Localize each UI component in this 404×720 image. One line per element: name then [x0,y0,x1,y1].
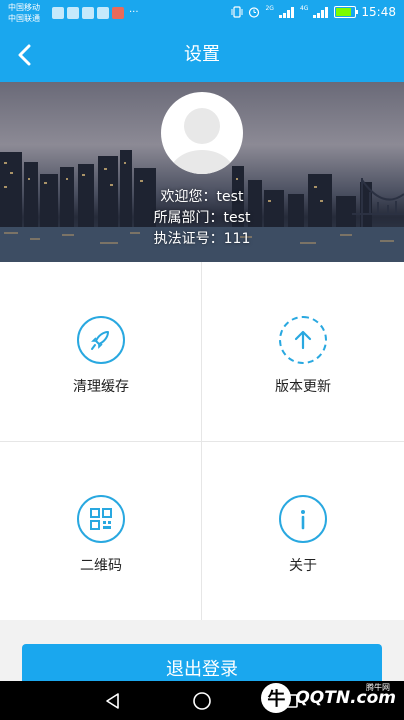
clear-cache-button[interactable]: 清理缓存 [0,262,202,441]
version-update-button[interactable]: 版本更新 [202,262,404,441]
notification-icon [52,7,64,19]
about-button[interactable]: 关于 [202,441,404,620]
notification-icons: ··· [52,7,139,19]
back-nav-button[interactable] [100,688,126,714]
notification-icon [82,7,94,19]
qr-code-label: 二维码 [80,558,122,574]
avatar-shoulders [169,150,235,174]
network-type-1: 2G [265,5,274,12]
vibrate-icon [231,6,243,18]
clear-cache-label: 清理缓存 [73,379,129,395]
circle-home-icon [193,692,211,710]
version-update-label: 版本更新 [275,379,331,395]
avatar-head [184,108,220,144]
profile-banner: 欢迎您：test 所属部门：test 执法证号：111 [0,82,404,262]
status-indicators: 2G 4G 15:48 [231,5,396,19]
alarm-icon [249,7,260,18]
signal-icon [278,6,295,18]
carrier-1: 中国移动 [8,3,40,12]
home-nav-button[interactable] [189,688,215,714]
welcome-text: 欢迎您：test [160,189,244,205]
watermark-glyph: 牛 [261,683,292,713]
system-nav-bar: 牛 QQTN.com 腾牛网 [0,681,404,720]
triangle-back-icon [106,693,119,709]
qr-code-icon [77,495,125,543]
title-bar: 设置 [0,28,404,82]
chevron-left-icon [18,44,31,66]
battery-icon [334,6,359,18]
network-type-2: 4G [299,5,309,12]
notification-icon [97,7,109,19]
more-notifications-icon: ··· [129,7,139,18]
department-text: 所属部门：test [153,210,251,226]
info-icon [279,495,327,543]
status-bar: 中国移动 中国联通 ··· 2G 4G 15:48 [0,0,404,28]
signal-icon [313,6,329,18]
carrier-info: 中国移动 中国联通 [8,2,40,24]
qr-code-button[interactable]: 二维码 [0,441,202,620]
clock: 15:48 [361,5,396,19]
license-text: 执法证号：111 [153,231,251,247]
avatar[interactable] [161,92,243,174]
notification-icon [67,7,79,19]
rocket-icon [77,316,125,364]
page-title: 设置 [184,44,220,65]
about-label: 关于 [289,558,317,574]
watermark-logo: 牛 QQTN.com 腾牛网 [261,683,396,713]
upload-arrow-icon [279,316,327,364]
notification-icon [112,7,124,19]
watermark-small-text: 腾牛网 [366,683,390,692]
carrier-2: 中国联通 [8,14,40,23]
back-button[interactable] [10,40,40,70]
settings-grid: 清理缓存 版本更新 二维码 关于 [0,262,404,620]
